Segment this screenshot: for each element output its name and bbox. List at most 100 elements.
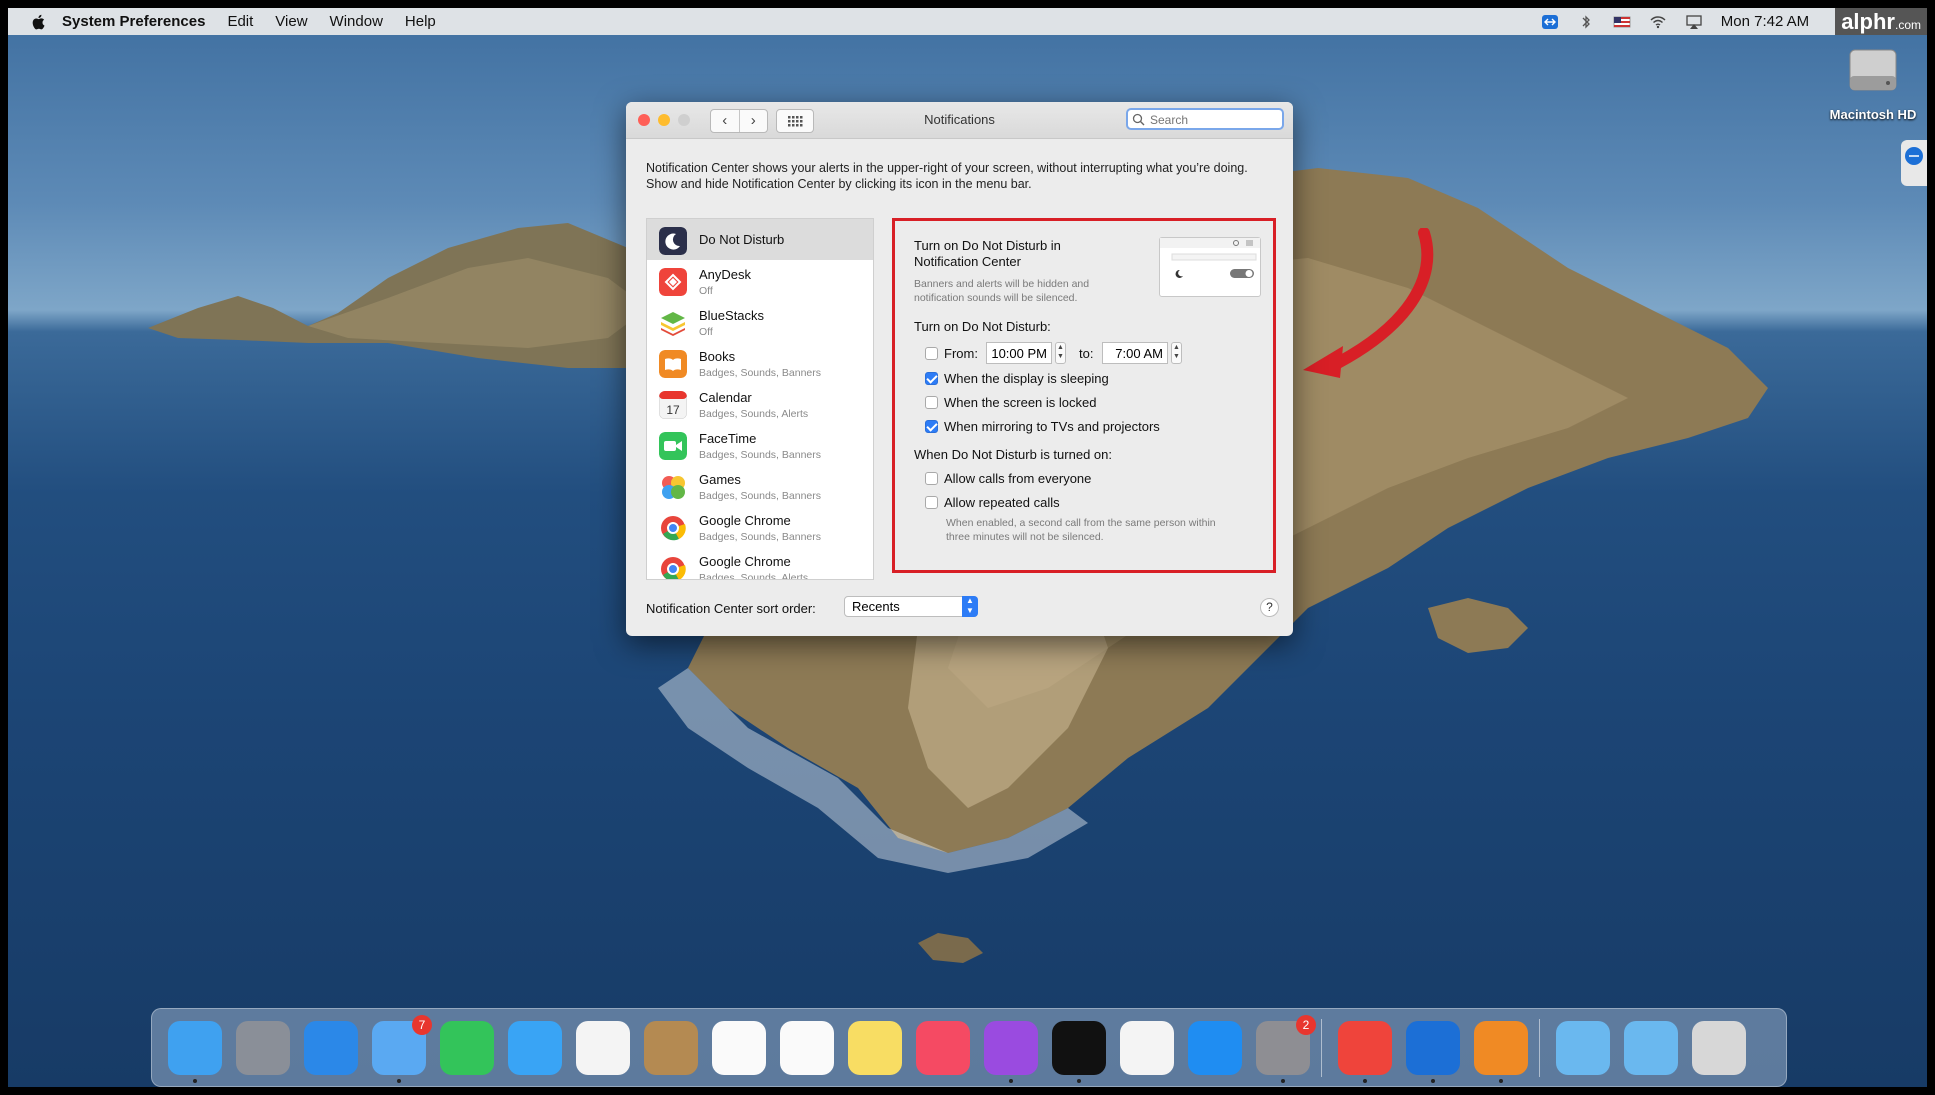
alphr-logo: alphr.com xyxy=(1835,8,1927,35)
app-subtitle: Badges, Sounds, Banners xyxy=(699,367,822,379)
app-subtitle: Badges, Sounds, Alerts xyxy=(699,572,809,580)
notification-badge: 2 xyxy=(1296,1015,1316,1035)
app-list[interactable]: Do Not Disturb AnyDesk Off BlueStacks Of… xyxy=(646,218,874,580)
search-field[interactable] xyxy=(1126,108,1284,130)
app-subtitle: Off xyxy=(699,285,713,297)
mail-icon[interactable]: 7 xyxy=(372,1015,432,1075)
apple-tv-icon[interactable] xyxy=(1052,1021,1106,1075)
anydesk-icon[interactable] xyxy=(1338,1021,1392,1075)
airplay-icon[interactable] xyxy=(1685,14,1703,30)
games-icon xyxy=(662,476,685,499)
app-row-books[interactable]: Books Badges, Sounds, Banners xyxy=(647,342,873,383)
menu-view[interactable]: View xyxy=(275,13,307,30)
red-highlight-box xyxy=(892,218,1276,573)
app-row-do-not-disturb[interactable]: Do Not Disturb xyxy=(647,219,873,260)
notifications-window: ‹ › Notifications Notification Center sh… xyxy=(626,102,1293,636)
teamviewer-icon[interactable] xyxy=(1406,1021,1460,1075)
alphr-logo-suffix: .com xyxy=(1894,18,1921,32)
menu-bar: System Preferences Edit View Window Help… xyxy=(8,8,1927,35)
help-button[interactable]: ? xyxy=(1260,598,1279,617)
system-preferences-icon[interactable]: 2 xyxy=(1256,1015,1316,1075)
search-input[interactable] xyxy=(1148,110,1280,130)
desktop: System Preferences Edit View Window Help… xyxy=(8,8,1927,1087)
dock: 72 xyxy=(151,1008,1787,1087)
contacts-icon[interactable] xyxy=(644,1021,698,1075)
facetime-icon xyxy=(659,432,687,460)
calendar-icon[interactable] xyxy=(712,1021,766,1075)
podcasts-icon[interactable] xyxy=(984,1021,1038,1075)
app-row-google-chrome-2[interactable]: Google Chrome Badges, Sounds, Alerts xyxy=(647,547,873,580)
moon-icon xyxy=(659,227,687,255)
wifi-icon[interactable] xyxy=(1649,14,1667,30)
sort-order-label: Notification Center sort order: xyxy=(646,601,816,616)
notification-badge: 7 xyxy=(412,1015,432,1035)
app-subtitle: Badges, Sounds, Banners xyxy=(699,490,822,502)
dock-separator xyxy=(1321,1019,1322,1077)
sort-order-select[interactable]: Recents ▲ ▼ xyxy=(844,596,978,617)
title-bar: ‹ › Notifications xyxy=(626,102,1293,139)
calendar-icon: 17 xyxy=(659,391,687,419)
launchpad-icon[interactable] xyxy=(236,1021,290,1075)
app-name: Google Chrome xyxy=(699,513,791,528)
apple-menu-icon[interactable] xyxy=(30,13,48,31)
menu-help[interactable]: Help xyxy=(405,13,436,30)
news-icon[interactable] xyxy=(1120,1021,1174,1075)
books-icon xyxy=(659,350,687,378)
vlc-icon[interactable] xyxy=(1474,1021,1528,1075)
sort-order-value: Recents xyxy=(852,599,900,614)
menu-app-name[interactable]: System Preferences xyxy=(62,13,205,30)
reminders-icon[interactable] xyxy=(780,1021,834,1075)
app-row-games[interactable]: Games Badges, Sounds, Banners xyxy=(647,465,873,506)
notes-icon[interactable] xyxy=(848,1021,902,1075)
app-subtitle: Badges, Sounds, Banners xyxy=(699,531,822,543)
running-indicator xyxy=(1077,1079,1081,1083)
photos-icon[interactable] xyxy=(576,1021,630,1075)
bluestacks-icon xyxy=(661,312,685,336)
anydesk-icon xyxy=(659,268,687,296)
music-icon[interactable] xyxy=(916,1021,970,1075)
red-arrow-annotation xyxy=(1303,228,1434,378)
teamviewer-icon xyxy=(1905,147,1923,165)
input-flag-icon[interactable] xyxy=(1613,14,1631,30)
teamviewer-status-icon[interactable] xyxy=(1541,14,1559,30)
app-row-anydesk[interactable]: AnyDesk Off xyxy=(647,260,873,301)
app-name: Games xyxy=(699,472,741,487)
hard-drive-icon xyxy=(1849,49,1897,91)
app-row-facetime[interactable]: FaceTime Badges, Sounds, Banners xyxy=(647,424,873,465)
app-subtitle: Off xyxy=(699,326,713,338)
teamviewer-side-tab[interactable] xyxy=(1901,140,1927,186)
app-name: Books xyxy=(699,349,736,364)
running-indicator xyxy=(1499,1079,1503,1083)
chrome-icon xyxy=(661,516,686,541)
documents-folder-icon[interactable] xyxy=(1556,1021,1610,1075)
macintosh-hd[interactable]: Macintosh HD xyxy=(1818,42,1927,122)
running-indicator xyxy=(193,1079,197,1083)
description-text: Notification Center shows your alerts in… xyxy=(646,161,1248,191)
running-indicator xyxy=(1431,1079,1435,1083)
menu-clock[interactable]: Mon 7:42 AM xyxy=(1721,13,1809,30)
messages-icon[interactable] xyxy=(508,1021,562,1075)
app-subtitle: Badges, Sounds, Banners xyxy=(699,449,822,461)
app-row-calendar[interactable]: 17 Calendar Badges, Sounds, Alerts xyxy=(647,383,873,424)
chrome-icon xyxy=(661,557,686,579)
search-icon xyxy=(1132,113,1145,126)
app-name: Calendar xyxy=(699,390,752,405)
trash-icon[interactable] xyxy=(1692,1021,1746,1075)
app-name: Do Not Disturb xyxy=(699,232,785,247)
facetime-icon[interactable] xyxy=(440,1021,494,1075)
safari-icon[interactable] xyxy=(304,1021,358,1075)
app-row-bluestacks[interactable]: BlueStacks Off xyxy=(647,301,873,342)
finder-icon[interactable] xyxy=(168,1021,222,1075)
app-subtitle: Badges, Sounds, Alerts xyxy=(699,408,809,420)
svg-text:17: 17 xyxy=(666,403,680,417)
bluetooth-icon[interactable] xyxy=(1577,14,1595,30)
chevron-updown-icon: ▲ ▼ xyxy=(962,596,978,617)
menu-edit[interactable]: Edit xyxy=(227,13,253,30)
running-indicator xyxy=(1009,1079,1013,1083)
running-indicator xyxy=(1363,1079,1367,1083)
menu-window[interactable]: Window xyxy=(330,13,383,30)
downloads-folder-icon[interactable] xyxy=(1624,1021,1678,1075)
app-row-google-chrome[interactable]: Google Chrome Badges, Sounds, Banners xyxy=(647,506,873,547)
alphr-logo-text: alphr xyxy=(1841,9,1895,34)
app-store-icon[interactable] xyxy=(1188,1021,1242,1075)
